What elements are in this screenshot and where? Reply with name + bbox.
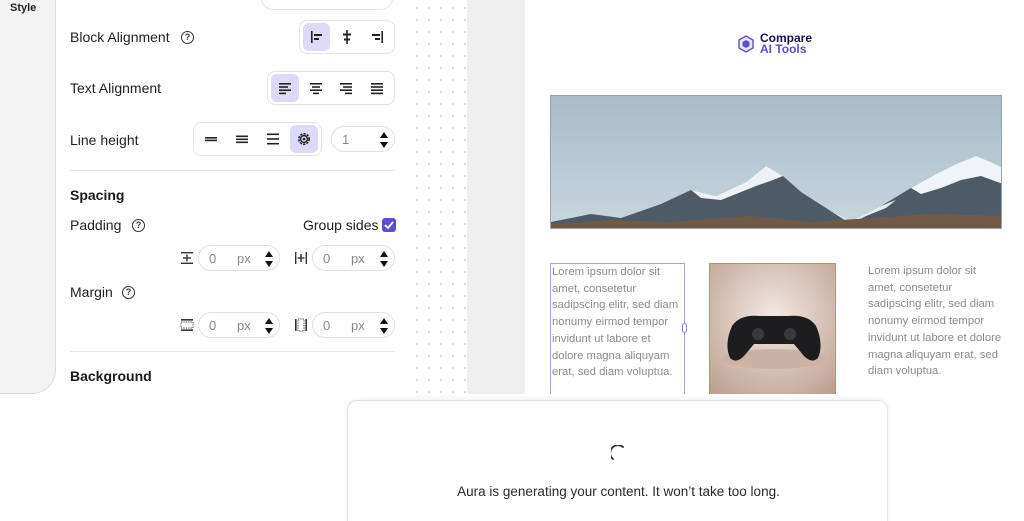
partial-top-control[interactable] [261,0,393,10]
dotted-gutter [407,0,467,394]
padding-vertical-stepper-icon[interactable] [264,249,274,269]
compare-ai-tools-logo[interactable]: Compare AI Tools [737,32,812,56]
margin-vertical-stepper-icon[interactable] [264,316,274,336]
margin-vertical-input[interactable]: 0 px [198,312,280,338]
resize-handle[interactable] [682,323,687,333]
divider-2 [70,351,395,352]
divider-1 [70,170,395,171]
spacing-title: Spacing [70,187,125,203]
snowy-mountains-image [551,96,1001,228]
text-align-justify-icon [371,83,384,95]
line-height-normal-button[interactable] [228,125,256,153]
align-block-center-icon [342,30,351,44]
email-canvas: Compare AI Tools Lorem ipsum dolor sit a… [525,0,1024,394]
margin-horizontal-value: 0 [323,318,331,333]
text-align-left-button[interactable] [271,74,299,102]
group-sides-label[interactable]: Group sides [303,217,378,233]
left-rail: Style [0,0,56,394]
block-align-center-button[interactable] [333,23,360,51]
padding-horizontal-unit: px [351,251,365,266]
text-alignment-label: Text Alignment [70,80,162,96]
line-height-compact-button[interactable] [197,125,225,153]
padding-horizontal-input[interactable]: 0 px [312,245,395,271]
padding-vertical-value: 0 [209,251,217,266]
line-height-loose-icon [267,133,279,145]
text-align-center-icon [309,83,322,95]
margin-vertical-unit: px [237,318,251,333]
game-controller-image [710,264,835,394]
text-alignment-control [267,71,395,105]
margin-horizontal-stepper-icon[interactable] [379,316,389,336]
margin-vertical-value: 0 [209,318,217,333]
margin-horizontal-icon [295,318,307,332]
canvas-gutter [467,0,525,394]
block-align-right-button[interactable] [364,23,391,51]
loading-modal: Aura is generating your content. It won’… [347,400,888,521]
text-align-right-icon [340,83,353,95]
gear-icon [298,133,310,145]
text-align-right-button[interactable] [333,74,361,102]
line-height-normal-icon [236,135,248,144]
style-panel: Block Alignment ? Text Alignment Line he… [57,0,407,394]
align-block-right-icon [372,31,384,43]
padding-horizontal-stepper-icon[interactable] [379,249,389,269]
padding-vertical-unit: px [237,251,251,266]
line-height-value: 1 [342,132,350,147]
text-align-center-button[interactable] [302,74,330,102]
padding-horizontal-icon [295,252,307,264]
margin-horizontal-unit: px [351,318,365,333]
text-align-justify-button[interactable] [363,74,391,102]
padding-vertical-input[interactable]: 0 px [198,245,280,271]
line-height-loose-button[interactable] [259,125,287,153]
margin-vertical-icon [180,319,194,331]
margin-help-icon[interactable]: ? [122,286,135,299]
checkmark-icon [384,221,394,230]
loading-spinner-icon [611,445,624,460]
loading-message: Aura is generating your content. It won’… [457,484,780,499]
line-height-control [193,122,322,156]
right-text-block[interactable]: Lorem ipsum dolor sit amet, consetetur s… [868,263,1003,380]
banner-image[interactable] [550,95,1002,229]
margin-horizontal-input[interactable]: 0 px [312,312,395,338]
block-align-left-button[interactable] [303,23,331,51]
block-alignment-control [299,20,395,54]
logo-line2: AI Tools [760,42,807,56]
line-height-input[interactable]: 1 [331,126,395,152]
block-alignment-help-icon[interactable]: ? [181,31,194,44]
text-align-left-icon [278,83,291,95]
padding-help-icon[interactable]: ? [132,219,145,232]
left-text-block[interactable]: Lorem ipsum dolor sit amet, consetetur s… [550,263,685,394]
background-title: Background [70,368,152,384]
block-alignment-label: Block Alignment [70,29,170,45]
line-height-label: Line height [70,132,139,148]
rail-style-label[interactable]: Style [10,2,36,14]
line-height-custom-button[interactable] [290,125,318,153]
hexagon-logo-icon [738,35,754,53]
group-sides-checkbox[interactable] [382,218,396,232]
align-block-left-icon [310,31,322,43]
padding-label: Padding [70,217,122,233]
product-image[interactable] [709,263,836,394]
padding-horizontal-value: 0 [323,251,331,266]
line-height-compact-icon [205,137,217,142]
line-height-stepper-icon[interactable] [379,130,389,150]
padding-vertical-icon [181,252,193,264]
margin-label: Margin [70,284,113,300]
